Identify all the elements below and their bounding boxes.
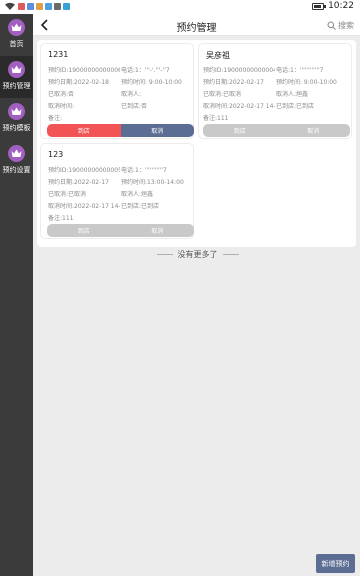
sidebar-item-appointment-template[interactable]: 预约模板 (0, 98, 33, 140)
page-header: 预约管理 搜索 (33, 14, 360, 36)
appointment-time: 预约时间: 9:00-10:00 (276, 79, 337, 86)
wifi-icon (5, 2, 15, 10)
status-bar: 10:22 (0, 0, 360, 14)
arrive-button[interactable]: 到店 (203, 124, 277, 137)
divider (222, 254, 239, 255)
appointment-time: 预约时间:13:00-14:00 (121, 179, 184, 186)
canceller: 取消人: (121, 91, 142, 98)
divider (156, 254, 173, 255)
appointment-date: 预约日期:2022-02-17 (48, 179, 109, 186)
sidebar: 首页 预约管理 预约模板 预约设置 (0, 14, 33, 576)
appointment-time: 预约时间: 9:00-10:00 (121, 79, 182, 86)
search-label: 搜索 (338, 21, 354, 30)
add-appointment-button[interactable]: 新增预约 (316, 554, 355, 573)
sidebar-item-appointment-settings[interactable]: 预约设置 (0, 140, 33, 182)
phone: 电话:1：'''''''''''7 (121, 167, 167, 174)
search-button[interactable]: 搜索 (327, 20, 354, 31)
cancel-button[interactable]: 取消 (120, 224, 194, 237)
status-icons (4, 2, 70, 11)
appointment-id: 预约ID:19000000000005 (48, 167, 120, 174)
customer-name: 吴彦祖 (206, 51, 230, 60)
notification-app-icon (54, 3, 61, 10)
arrive-button[interactable]: 到店 (47, 224, 121, 237)
crown-icon (8, 19, 25, 36)
sidebar-item-label: 预约模板 (2, 124, 31, 132)
arrived-status: 已到店:已到店 (276, 103, 315, 110)
card-actions: 到店 取消 (47, 224, 194, 237)
arrive-button[interactable]: 到店 (47, 124, 121, 137)
notification-app-icon (18, 3, 25, 10)
notification-app-icon (36, 3, 43, 10)
notification-app-icon (27, 3, 34, 10)
status-time: 10:22 (328, 1, 354, 11)
sidebar-item-label: 预约管理 (2, 82, 31, 90)
card-actions: 到店 取消 (203, 124, 350, 137)
canceller: 取消人:烜鑫 (276, 91, 309, 98)
canceller: 取消人:烜鑫 (121, 191, 154, 198)
sidebar-item-label: 首页 (9, 40, 24, 48)
customer-name: 123 (48, 150, 64, 159)
crown-icon (8, 61, 25, 78)
cancel-button[interactable]: 取消 (276, 124, 350, 137)
cancelled-status: 已取消:已取消 (48, 191, 87, 198)
appointment-card: 吴彦祖 预约ID:19000000000004 电话:1：'''''''''''… (198, 43, 352, 139)
card-actions: 到店 取消 (47, 124, 194, 137)
appointment-date: 预约日期:2022-02-17 (203, 79, 264, 86)
remark: 备注:111 (48, 215, 74, 222)
crown-icon (8, 103, 25, 120)
customer-name: 1231 (48, 50, 69, 59)
remark: 备注: (48, 115, 63, 122)
page-title: 预约管理 (176, 23, 217, 34)
arrived-status: 已到店:否 (121, 103, 148, 110)
cancel-time: 取消时间:2022-02-17 14-- (48, 203, 120, 210)
cancel-time: 取消时间: (48, 103, 75, 110)
sidebar-item-label: 预约设置 (2, 166, 31, 174)
appointment-id: 预约ID:19000000000006 (48, 67, 120, 74)
phone: 电话:1：'''-'.'''-''7 (121, 67, 170, 74)
notification-app-icon (63, 3, 70, 10)
appointment-date: 预约日期:2022-02-18 (48, 79, 109, 86)
cancel-button[interactable]: 取消 (120, 124, 194, 137)
remark: 备注:111 (203, 115, 229, 122)
arrived-status: 已到店:已到店 (121, 203, 160, 210)
appointment-id: 预约ID:19000000000004 (203, 67, 275, 74)
cancelled-status: 已取消:已取消 (203, 91, 242, 98)
no-more-text: 没有更多了 (177, 250, 218, 259)
sidebar-item-home[interactable]: 首页 (0, 14, 33, 56)
search-icon (327, 21, 336, 30)
appointment-card: 1231 预约ID:19000000000006 电话:1：'''-'.'''-… (40, 43, 194, 139)
appointment-card: 123 预约ID:19000000000005 电话:1：'''''''''''… (40, 143, 194, 239)
no-more-indicator: 没有更多了 (155, 249, 240, 260)
crown-icon (8, 145, 25, 162)
cancelled-status: 已取消:否 (48, 91, 75, 98)
notification-app-icon (45, 3, 52, 10)
battery-icon (312, 2, 327, 10)
appointment-list: 1231 预约ID:19000000000006 电话:1：'''-'.'''-… (37, 40, 356, 247)
sidebar-item-appointment-management[interactable]: 预约管理 (0, 56, 33, 98)
phone: 电话:1：''''''''''''7 (276, 67, 324, 74)
cancel-time: 取消时间:2022-02-17 14-- (203, 103, 275, 110)
